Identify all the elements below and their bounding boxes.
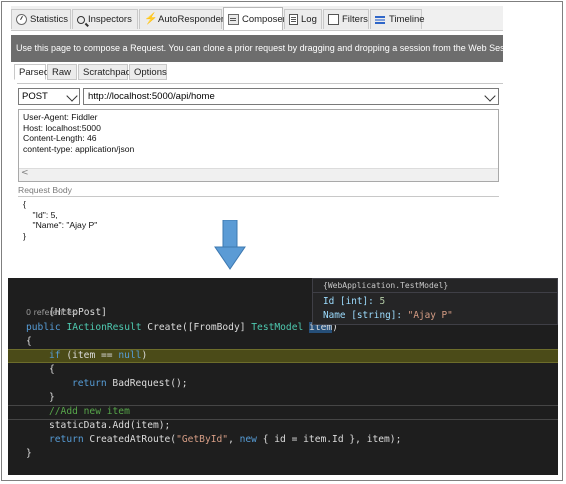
url-value: http://localhost:5000/api/home [88, 91, 215, 102]
keyword: new [239, 434, 257, 445]
http-method-value: POST [22, 91, 48, 102]
subtab-options[interactable]: Options [129, 64, 167, 80]
subtab-scratchpad[interactable]: Scratchpad [78, 64, 131, 80]
debugger-datatip[interactable]: {WebApplication.TestModel} Id [int]: 5 N… [312, 278, 558, 325]
code-text: staticData.Add(item); [49, 420, 171, 431]
body-line: { [23, 199, 26, 209]
type-name: IActionResult [66, 322, 142, 333]
code-line: return CreatedAtRoute("GetById", new { i… [8, 433, 558, 447]
scroll-left-icon[interactable]: < [21, 168, 29, 178]
tab-autoresponder-label: AutoResponder [158, 14, 225, 25]
request-body-editor[interactable]: { "Id": 5, "Name": "Ajay P" } [23, 199, 97, 241]
tab-autoresponder[interactable]: ⚡ AutoResponder [139, 9, 225, 29]
code-line: return BadRequest(); [8, 377, 558, 391]
filters-checkbox-icon [328, 14, 339, 25]
subtab-parsed[interactable]: Parsed [14, 64, 49, 80]
string-literal: "GetById" [176, 434, 229, 445]
request-headers-editor[interactable]: User-Agent: Fiddler Host: localhost:5000… [18, 109, 499, 182]
body-line: } [23, 230, 26, 241]
tab-filters-label: Filters [342, 14, 368, 25]
statistics-icon [16, 14, 27, 25]
keyword: if [49, 350, 61, 361]
code-editor[interactable]: [HttpPost] 0 references public IActionRe… [8, 278, 558, 475]
tab-statistics[interactable]: Statistics [11, 9, 71, 29]
tab-statistics-label: Statistics [30, 14, 69, 25]
datatip-row-id[interactable]: Id [int]: 5 [323, 295, 385, 308]
datatip-field-name: Name [string]: [323, 310, 408, 321]
lightning-icon: ⚡ [144, 13, 158, 25]
composer-parsed-view: POST http://localhost:5000/api/home User… [17, 83, 503, 268]
header-line: Host: localhost:5000 [23, 122, 101, 133]
keyword: public [26, 322, 61, 333]
request-headers-text: User-Agent: Fiddler Host: localhost:5000… [23, 112, 134, 154]
composer-info-banner: Use this page to compose a Request. You … [11, 35, 503, 62]
subtab-raw[interactable]: Raw [47, 64, 77, 80]
code-text: ) [141, 350, 148, 361]
code-line: //Add new item [8, 405, 558, 419]
code-text: { id = item.Id }, item); [256, 434, 402, 445]
comment: //Add new item [49, 406, 130, 417]
keyword: return [72, 378, 107, 389]
code-line: { [8, 363, 558, 377]
type-name: TestModel [251, 322, 304, 333]
chevron-down-icon [484, 90, 496, 102]
tab-composer[interactable]: Composer [223, 7, 286, 30]
tab-timeline[interactable]: Timeline [370, 9, 425, 29]
horizontal-scrollbar[interactable]: < [19, 168, 498, 181]
keyword: null [118, 350, 142, 361]
down-arrow-icon [214, 220, 246, 270]
http-method-select[interactable]: POST [18, 88, 80, 105]
datatip-type: {WebApplication.TestModel} [313, 279, 557, 293]
tab-timeline-label: Timeline [389, 14, 425, 25]
header-line: Content-Length: 46 [23, 133, 97, 143]
tab-filters[interactable]: Filters [323, 9, 369, 29]
tab-inspectors[interactable]: Inspectors [72, 9, 138, 29]
code-text: CreatedAtRoute( [83, 434, 177, 445]
code-line: staticData.Add(item); [8, 419, 558, 433]
datatip-field-value: "Ajay P" [407, 310, 453, 321]
code-text: BadRequest(); [106, 378, 188, 389]
brace: { [49, 364, 55, 375]
inspectors-icon [77, 15, 85, 24]
brace: { [26, 336, 32, 347]
code-text: (item == [60, 350, 119, 361]
log-icon [289, 14, 298, 25]
url-input[interactable]: http://localhost:5000/api/home [83, 88, 499, 105]
header-line: User-Agent: Fiddler [23, 112, 98, 122]
body-line: "Id": 5, [23, 209, 58, 220]
header-line: content-type: application/json [23, 143, 135, 154]
code-line: if (item == null) [8, 349, 558, 363]
code-line: { [8, 335, 558, 349]
tab-composer-label: Composer [242, 13, 286, 25]
keyword: return [49, 434, 84, 445]
datatip-row-name[interactable]: Name [string]: "Ajay P" [323, 309, 453, 322]
method-text: Create([FromBody] [141, 322, 252, 333]
code-line: } [8, 391, 558, 405]
codelens-references[interactable]: 0 references [26, 308, 76, 317]
request-body-label: Request Body [18, 184, 499, 197]
fiddler-composer-panel: Statistics Inspectors ⚡ AutoResponder Co… [11, 6, 503, 268]
composer-icon [228, 13, 239, 25]
timeline-icon [375, 14, 386, 25]
fiddler-tab-bar: Statistics Inspectors ⚡ AutoResponder Co… [11, 6, 503, 31]
tab-inspectors-label: Inspectors [88, 14, 132, 25]
chevron-down-icon [66, 90, 78, 102]
brace: } [49, 392, 55, 403]
tab-log-label: Log [301, 14, 317, 25]
code-line: } [8, 447, 558, 461]
composer-subtabs: Parsed Raw Scratchpad Options [14, 64, 503, 82]
brace: } [26, 448, 32, 459]
datatip-field-name: Id [int]: [323, 296, 380, 307]
tab-log[interactable]: Log [284, 9, 322, 29]
body-line: "Name": "Ajay P" [23, 220, 98, 230]
datatip-field-value: 5 [379, 296, 386, 307]
code-text: , [228, 434, 240, 445]
